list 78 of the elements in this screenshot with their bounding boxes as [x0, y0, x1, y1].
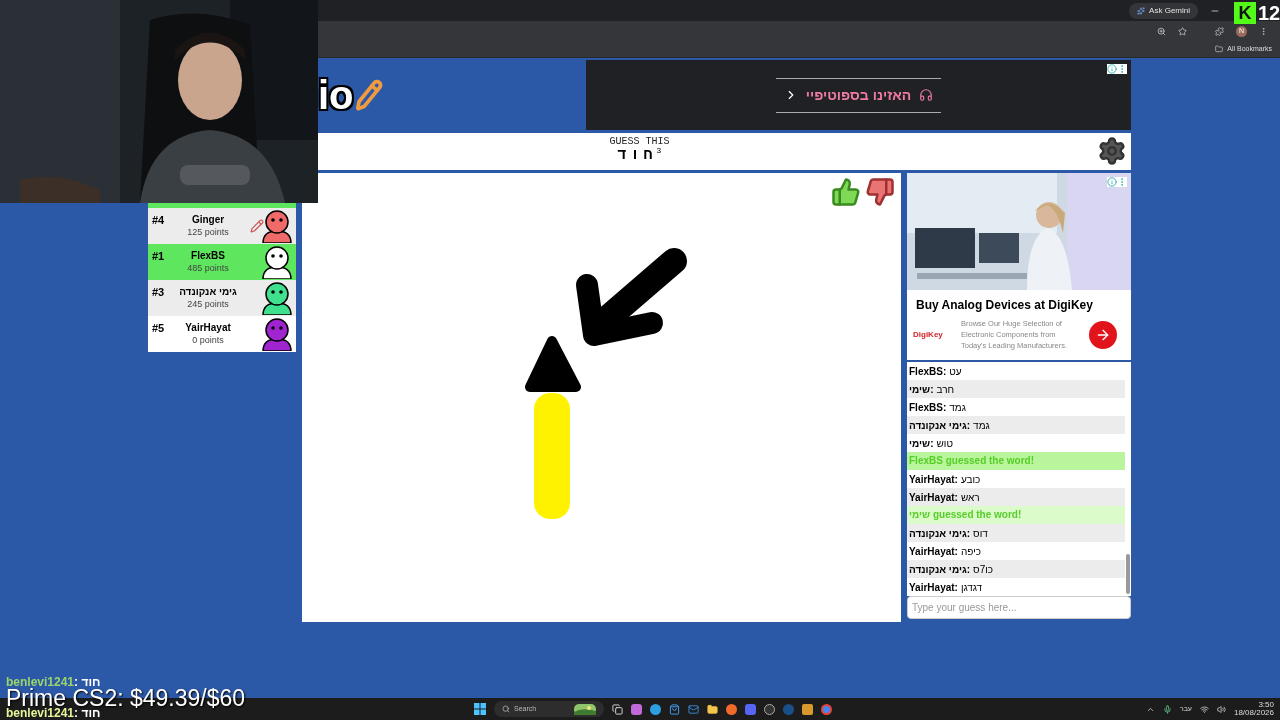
chat-message: גמד [949, 400, 966, 415]
player-points: 485 points [187, 262, 229, 274]
chat-message: : חוד [74, 675, 101, 689]
player-points: 125 points [187, 226, 229, 238]
search-icon [501, 705, 510, 713]
settings-icon[interactable] [1097, 136, 1127, 166]
chat-author: גימי אנקונדה: [909, 562, 971, 577]
clock-date[interactable]: 18/08/2026 [1233, 709, 1274, 717]
brand-logo: DigiKey [913, 328, 944, 341]
player-rank: #4 [152, 213, 165, 228]
app-icon[interactable] [630, 703, 642, 715]
chat-author: גימי אנקונדה: [909, 418, 971, 433]
hint-word: דוח [617, 147, 657, 166]
app-icon[interactable] [763, 703, 775, 715]
chat-author: שימי: [909, 382, 934, 397]
chat-guess-notice: FlexBS guessed the word! [907, 452, 1125, 470]
dislike-button[interactable] [865, 177, 895, 207]
bookmark-star-icon[interactable] [1178, 26, 1187, 36]
chat-message: כובע [960, 472, 981, 487]
player-name: גימי אנקונדה [179, 286, 237, 299]
chat-guess-notice: שימי guessed the word! [907, 506, 1125, 524]
ask-gemini-button[interactable]: Ask Gemini [1129, 2, 1198, 19]
player-points: 245 points [187, 298, 229, 310]
menu-icon[interactable] [1259, 26, 1268, 36]
player-name: FlexBS [191, 250, 225, 263]
player-name: Ginger [191, 214, 225, 227]
app-icon[interactable] [820, 703, 832, 715]
ad-title: Buy Analog Devices at DigiKey [915, 297, 1094, 314]
zoom-icon[interactable] [1157, 26, 1166, 36]
chat-message: ראש [960, 490, 980, 505]
speaker-icon[interactable] [1216, 704, 1226, 714]
chat-author: YairHayat: [909, 544, 958, 559]
mail-icon[interactable] [687, 703, 699, 715]
chat-author: גימי אנקונדה: [909, 526, 971, 541]
extensions-icon[interactable] [1215, 26, 1224, 36]
chat-message: כו7ס [973, 562, 994, 577]
app-icon[interactable] [744, 703, 756, 715]
chat-message: דוס [973, 526, 988, 541]
task-view-icon[interactable] [611, 703, 623, 715]
chat-message: עט [949, 364, 962, 379]
microphone-icon[interactable] [1162, 704, 1172, 714]
ad-arrow-button[interactable] [1089, 320, 1117, 349]
stream-logo: K [1234, 2, 1256, 24]
player-rank: #1 [152, 249, 165, 264]
chat-message: חרב [936, 382, 955, 397]
ad-text: האזינו בספוטיפיי [805, 85, 912, 105]
chat-author: YairHayat: [909, 580, 958, 595]
player-rank: #3 [152, 285, 165, 300]
word-length: 3 [656, 147, 662, 156]
folder-icon[interactable] [706, 703, 718, 715]
player-points: 0 points [192, 334, 224, 346]
like-button[interactable] [831, 177, 861, 207]
app-icon[interactable] [801, 703, 813, 715]
chat-message: גמד [973, 418, 990, 433]
clock-time[interactable]: 3:50 [1258, 701, 1274, 709]
chat-author: YairHayat: [909, 490, 958, 505]
chat-author: FlexBS: [909, 364, 947, 379]
app-icon[interactable] [649, 703, 661, 715]
chat-message: כיפה [960, 544, 981, 559]
chat-author: שימי: [909, 436, 934, 451]
game-logo: io [318, 75, 354, 115]
app-icon[interactable] [725, 703, 737, 715]
network-icon[interactable] [1199, 704, 1209, 714]
chat-author: YairHayat: [909, 472, 958, 487]
bag-icon[interactable] [668, 703, 680, 715]
sparkle-icon [1137, 6, 1146, 15]
player-rank: #5 [152, 321, 165, 336]
viewer-count: 12 [1258, 1, 1280, 26]
folder-icon [1215, 45, 1224, 53]
chat-author: FlexBS: [909, 400, 947, 415]
headphones-icon [919, 88, 934, 102]
chat-message: דגדגן [960, 580, 983, 595]
chat-message: טוש [936, 436, 953, 451]
player-name: YairHayat [185, 322, 231, 335]
guess-input[interactable]: Type your guess here... [907, 596, 1131, 619]
drawing-canvas[interactable] [302, 173, 901, 622]
windows-logo-icon[interactable] [473, 703, 486, 715]
guess-label: GUESS THIS [609, 137, 670, 148]
